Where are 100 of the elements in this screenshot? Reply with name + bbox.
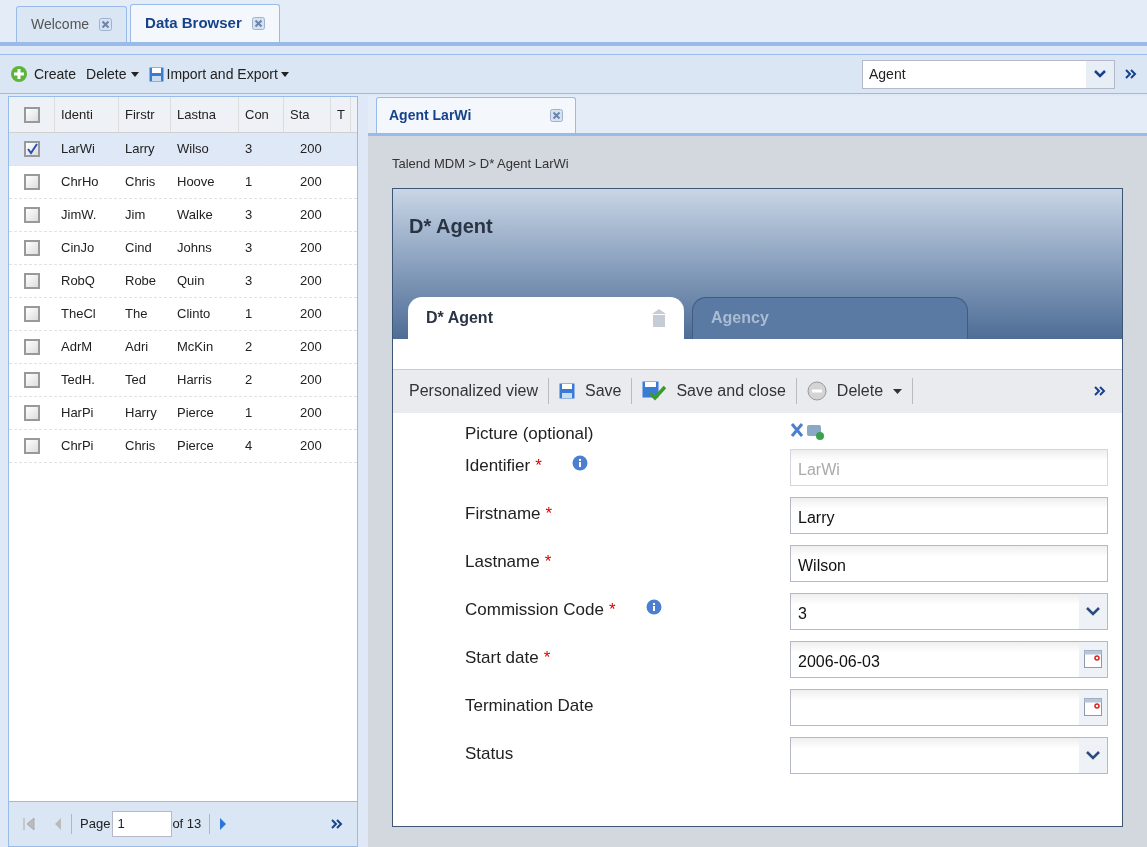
caret-icon bbox=[280, 71, 289, 77]
select-field[interactable] bbox=[790, 736, 1108, 774]
table-cell-text: RobQ bbox=[60, 272, 96, 291]
table-cell-text: AdrM bbox=[60, 338, 94, 357]
double-chevron-icon[interactable] bbox=[331, 819, 343, 829]
page-total: of 13 bbox=[172, 815, 202, 834]
table-cell-text: 2 bbox=[244, 338, 254, 357]
table-cell-text: 200 bbox=[299, 140, 323, 159]
delete-button[interactable]: Delete bbox=[86, 63, 139, 85]
import-export-button[interactable]: Import and Export bbox=[148, 63, 289, 85]
entity-select[interactable]: Agent bbox=[862, 59, 1115, 89]
table-cell-text: 200 bbox=[299, 239, 323, 258]
table-cell-text: 3 bbox=[244, 272, 254, 291]
double-chevron-icon[interactable] bbox=[1094, 386, 1106, 396]
chevron-down-icon bbox=[1086, 606, 1100, 616]
previous-page-icon[interactable] bbox=[53, 817, 63, 831]
checkbox[interactable] bbox=[24, 273, 40, 289]
tab[interactable]: Welcome bbox=[16, 6, 128, 42]
tab[interactable]: D* Agent bbox=[408, 296, 684, 339]
table-cell-text: TedH. bbox=[60, 371, 96, 390]
table-cell-text: Pierce bbox=[176, 437, 215, 456]
plus-icon bbox=[10, 65, 28, 83]
checkbox[interactable] bbox=[24, 372, 40, 388]
checkbox[interactable] bbox=[24, 240, 40, 256]
checkbox[interactable] bbox=[24, 405, 40, 421]
table-cell-text: Clinto bbox=[176, 305, 212, 324]
field-label: Firstname bbox=[465, 502, 541, 525]
checkbox[interactable] bbox=[24, 306, 40, 322]
checkbox[interactable] bbox=[23, 106, 40, 123]
select-field[interactable]: 3 bbox=[790, 592, 1108, 630]
close-icon[interactable] bbox=[99, 18, 113, 31]
table-cell-text: Walke bbox=[176, 206, 214, 225]
checkbox[interactable] bbox=[24, 207, 40, 223]
date-field[interactable] bbox=[790, 688, 1108, 726]
tab[interactable]: Data Browser bbox=[130, 4, 280, 42]
page-label: Page bbox=[80, 815, 111, 834]
table-cell-text: 2 bbox=[244, 371, 254, 390]
table-cell-text: Harris bbox=[176, 371, 213, 390]
delete-button[interactable]: Delete bbox=[806, 379, 903, 403]
required-mark: * bbox=[608, 598, 616, 621]
caret-icon bbox=[893, 388, 903, 394]
save-close-button[interactable]: Save and close bbox=[642, 379, 786, 403]
close-icon[interactable] bbox=[251, 17, 265, 30]
table-cell-text: 200 bbox=[299, 305, 323, 324]
table-cell-text: ChrPi bbox=[60, 437, 95, 456]
field-label: Start date bbox=[465, 646, 539, 669]
chevron-down-icon bbox=[1086, 750, 1100, 760]
field-label: Lastname bbox=[465, 550, 540, 573]
column-header[interactable]: Lastna bbox=[171, 97, 239, 132]
table-cell-text: ChrHo bbox=[60, 173, 100, 192]
checkbox[interactable] bbox=[24, 438, 40, 454]
input-field[interactable]: Larry bbox=[790, 496, 1108, 534]
tab[interactable]: Agent LarWi bbox=[376, 97, 576, 133]
table-cell-text: 200 bbox=[299, 371, 323, 390]
table-cell-text: Quin bbox=[176, 272, 206, 291]
table-cell-text: 200 bbox=[299, 437, 323, 456]
column-header[interactable]: Con bbox=[239, 97, 284, 132]
table-cell-text: 3 bbox=[244, 239, 254, 258]
table-cell-text: Chris bbox=[124, 437, 157, 456]
table-cell-text: LarWi bbox=[60, 140, 96, 159]
column-header[interactable]: Sta bbox=[284, 97, 331, 132]
view-button[interactable]: Personalized view bbox=[409, 379, 538, 403]
date-field[interactable]: 2006-06-03 bbox=[790, 640, 1108, 678]
table-cell-text: 200 bbox=[299, 338, 323, 357]
page-input[interactable]: 1 bbox=[112, 811, 173, 837]
checkbox[interactable] bbox=[24, 141, 40, 157]
table-cell-text: 3 bbox=[244, 206, 254, 225]
column-header[interactable]: T bbox=[331, 97, 351, 132]
table-cell-text: 1 bbox=[244, 305, 254, 324]
table-cell-text: 200 bbox=[299, 404, 323, 423]
table-cell-text: Chris bbox=[124, 173, 157, 192]
table-cell-text: Hoove bbox=[176, 173, 216, 192]
close-icon[interactable] bbox=[550, 109, 563, 122]
table-cell-text: Larry bbox=[124, 140, 156, 159]
checkbox[interactable] bbox=[24, 174, 40, 190]
table-cell-text: Cind bbox=[124, 239, 153, 258]
breadcrumb: Talend MDM > D* Agent LarWi bbox=[392, 155, 570, 173]
next-page-icon[interactable] bbox=[218, 817, 229, 831]
input-field[interactable]: Wilson bbox=[790, 544, 1108, 582]
minus-circle-icon bbox=[806, 381, 827, 401]
first-page-icon[interactable] bbox=[23, 817, 35, 831]
table-cell-text: JimW. bbox=[60, 206, 98, 225]
table-cell-text: 4 bbox=[244, 437, 254, 456]
column-header[interactable]: Identi bbox=[55, 97, 119, 132]
chevron-down-icon bbox=[1094, 70, 1106, 78]
field-label: Termination Date bbox=[465, 694, 594, 717]
checkbox[interactable] bbox=[24, 339, 40, 355]
table-cell-text: McKin bbox=[176, 338, 215, 357]
save-button[interactable]: Save bbox=[558, 379, 622, 403]
required-mark: * bbox=[545, 502, 553, 525]
double-chevron-icon[interactable] bbox=[1125, 69, 1137, 79]
create-button[interactable]: Create bbox=[10, 63, 77, 85]
table-cell-text: Jim bbox=[124, 206, 147, 225]
field-label: Commission Code bbox=[465, 598, 604, 621]
floppy-check-icon bbox=[642, 381, 667, 401]
required-mark: * bbox=[544, 550, 552, 573]
table-cell-text: Johns bbox=[176, 239, 213, 258]
building-icon bbox=[652, 308, 666, 327]
column-header[interactable]: Firstr bbox=[119, 97, 171, 132]
field-label: Identifier bbox=[465, 454, 531, 477]
